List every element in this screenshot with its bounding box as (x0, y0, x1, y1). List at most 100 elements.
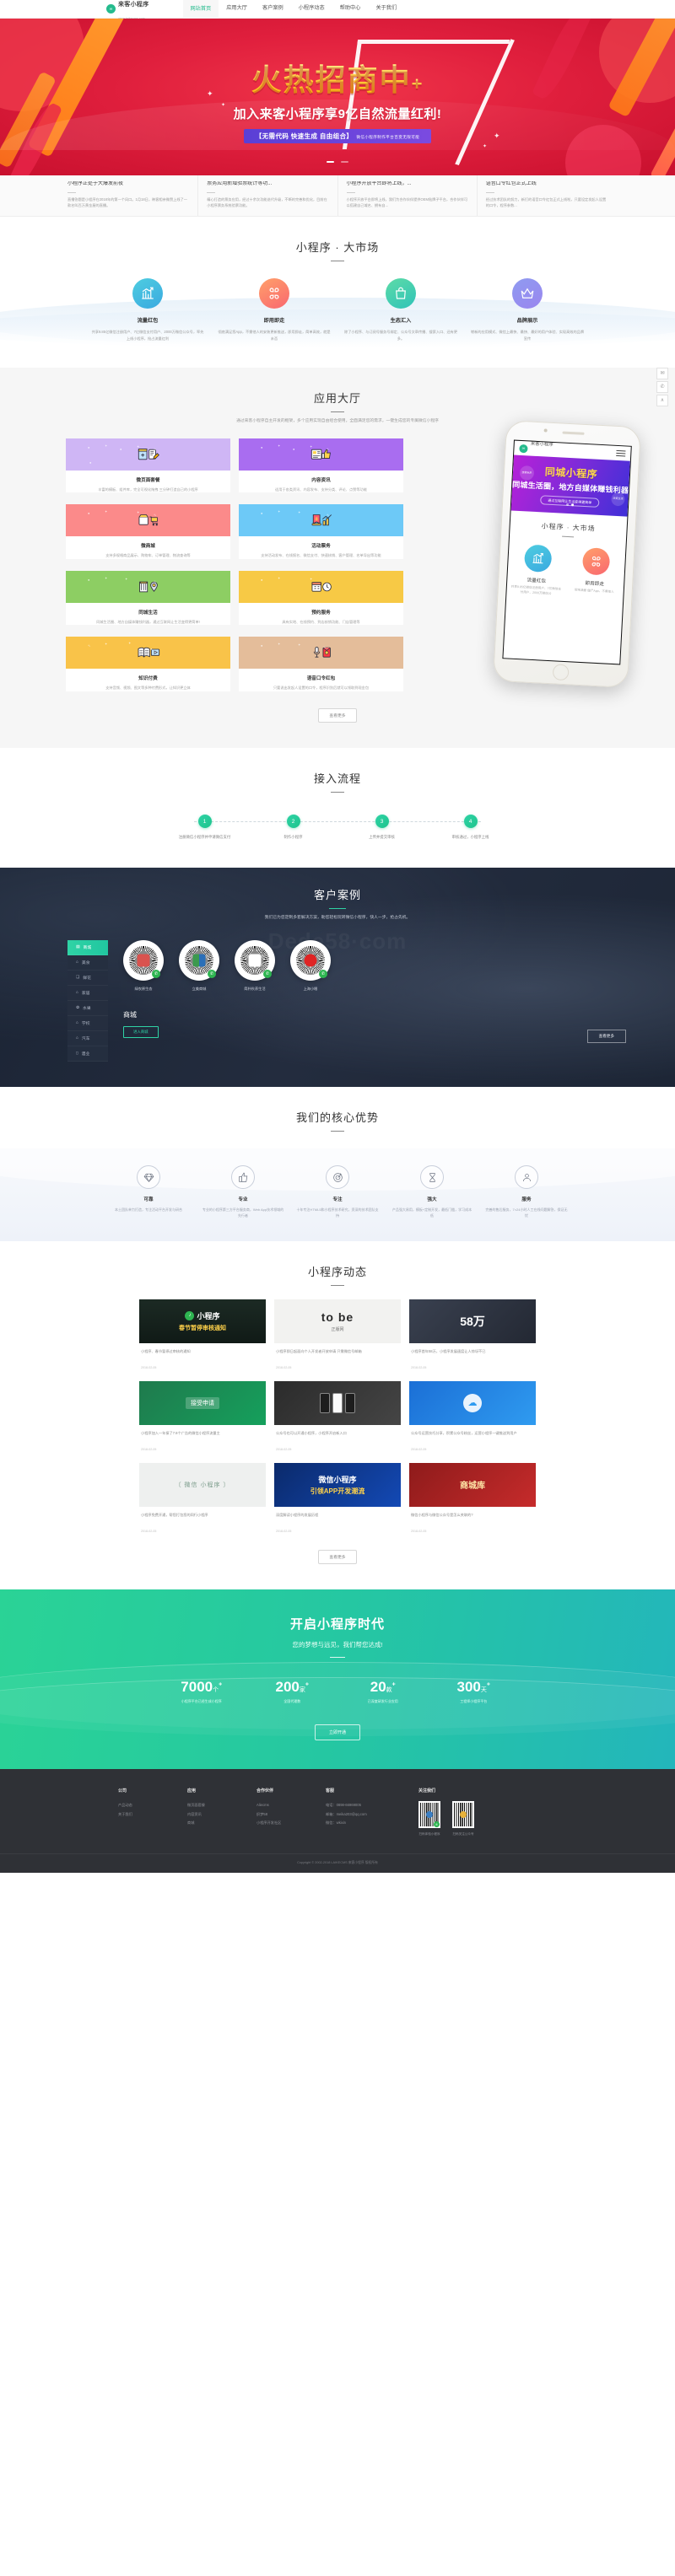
phone-banner-dots[interactable] (511, 492, 629, 513)
banner-dot-1[interactable] (326, 161, 334, 163)
news-card-text: 小程序即日起面向个人开发者开放申请 只需微信号邮箱 (276, 1348, 362, 1353)
nav-item-cases[interactable]: 客户案例 (255, 0, 291, 19)
case-nav-item-food[interactable]: ⌂ 美食 (68, 955, 108, 971)
qr-code-icon[interactable]: ✆ (123, 940, 164, 981)
case-nav-item-flower[interactable]: ❏ 鲜花 (68, 971, 108, 987)
app-card[interactable]: ● ✦ ● ✦ ∿ 内容资讯 适用于各类资讯、内容发布、支持分类、评论、点赞等功能 (239, 438, 403, 493)
news-card[interactable]: 微信小程序 引领APP开发潮流 深度解读小程序的发展历程 2018-02-05 (274, 1462, 401, 1533)
phone-feature[interactable]: 即用即走 彻地满意 僵尸App，不需他人 (564, 546, 625, 600)
qr-code-icon[interactable] (452, 1801, 474, 1829)
cases-category-nav[interactable]: ▤ 商城 ⌂ 美食 ❏ 鲜花 ⌂ 家居 ✿ 水果 ⌂ 学校 ⌂ 汽车 ▯ 酒业 (68, 940, 108, 1062)
case-qr-item[interactable]: ✆ 简朴秋养生活 (235, 940, 275, 992)
nav-item-news[interactable]: 小程序动态 (291, 0, 332, 19)
flow-step[interactable]: 1 注册微信小程序并申请微信支付 (160, 815, 249, 841)
news-card[interactable]: ♪ 小程序 春节暂停审核通知 小程序、春节暂停过审核的通知 2018-02-05 (139, 1299, 266, 1369)
case-qr-label: 上海小眼 (303, 987, 318, 992)
footer-link[interactable]: 商城 (187, 1819, 256, 1828)
news-card[interactable]: 58万 小程序首年58万，小程序发展速度让人惊讶不已 2018-02-05 (409, 1299, 536, 1369)
nav-item-help[interactable]: 帮助中心 (332, 0, 369, 19)
case-nav-item-wine[interactable]: ▯ 酒业 (68, 1046, 108, 1062)
phone-home-button[interactable] (552, 663, 570, 680)
wechat-icon[interactable]: ✆ (656, 380, 668, 393)
case-enter-button[interactable]: 进入商城 (123, 1026, 159, 1039)
case-qr-item[interactable]: ✆ 绿农原生态 (123, 940, 164, 992)
case-nav-item-fruit[interactable]: ✿ 水果 (68, 1001, 108, 1017)
advantage-item[interactable]: 强大 产品强大易用，模板+定制开发，最低门槛，学习成本低 (385, 1165, 479, 1218)
flow-step[interactable]: 3 上传并提交审核 (338, 815, 426, 841)
hamburger-menu-icon[interactable] (616, 448, 626, 458)
flow-step[interactable]: 4 审核通过，小程序上线 (426, 815, 515, 841)
footer-link[interactable]: 小程序开发社区 (256, 1819, 326, 1828)
main-nav[interactable]: 网站首页 应用大厅 客户案例 小程序动态 帮助中心 关于我们 (182, 0, 405, 19)
qr-code-icon[interactable]: ✆ (290, 940, 331, 981)
news-card[interactable]: 接受申请 小程序加入一年接了7.8个广告的微信小程序流量主 2018-02-05 (139, 1380, 266, 1451)
apps-more-button[interactable]: 查看更多 (318, 708, 357, 723)
footer-heading: 客服 (326, 1788, 335, 1794)
stat-number: 7000 (181, 1679, 213, 1696)
footer-contact-phone[interactable]: 电话：0898-66969005 (326, 1801, 418, 1810)
news-strip-item[interactable]: 小程序开放平台即将上线，... 小程序开放平台即将上线，我们为合作伙伴提供OEM… (338, 175, 478, 217)
flow-step[interactable]: 2 制作小程序 (249, 815, 338, 841)
market-item[interactable]: 即用即走 彻底满足您App，不需他人的安装更新推送，即用即走，简单高效，就是未否 (211, 278, 338, 341)
qr-code-icon[interactable]: ✆ (179, 940, 219, 981)
case-qr-item[interactable]: ✆ 立美商城 (179, 940, 219, 992)
app-card[interactable]: ● ✦ ✦ ∿ 语音口令红包 只要说出发起人设置的口令，程序识别后就可以领取到现金包 (239, 637, 403, 691)
banner-dot-2[interactable] (341, 161, 349, 163)
nav-item-apps[interactable]: 应用大厅 (219, 0, 255, 19)
footer-link[interactable]: 关于我们 (118, 1810, 187, 1820)
news-card[interactable]: 商城库 微信小程序与微信公众号是怎么关联的? 2018-02-05 (409, 1462, 536, 1533)
market-item[interactable]: 品牌展示 崭新的应用模式、微信上最快、最快、最好的用户体验、实现高效的品牌宣传 (464, 278, 591, 341)
sparkle-icon: ✦ (221, 103, 226, 108)
advantage-item[interactable]: 专注 十年专注HTML5和小程序技术研究，资深的技术团队支持 (290, 1165, 385, 1218)
case-nav-item-school[interactable]: ⌂ 学校 (68, 1016, 108, 1032)
qr-code-icon[interactable]: ✆ (235, 940, 275, 981)
footer-link[interactable]: 织梦58 (256, 1810, 326, 1820)
case-nav-item-mall[interactable]: ▤ 商城 (68, 940, 108, 956)
footer-link[interactable]: Aliecms (256, 1801, 326, 1810)
app-card[interactable]: ● ✦ ✦ 预约服务 具有实地、在线预约、到店核销功能、门店管理等 (239, 570, 403, 626)
app-card[interactable]: ● ✦ ✦ ∿ 活动票务 支持活动发布、在线报名、微信支付、快速核销、客户管理、名单… (239, 504, 403, 559)
nav-item-home[interactable]: 网站首页 (182, 0, 219, 19)
app-card[interactable]: ● ✦ ✦ ∿ 微商城 支持多规格商品展示、购物车、订单管理、物流查询等 (66, 504, 230, 559)
news-card[interactable]: ☁ 公众号运营技巧分享，积累公众号粉丝，运营小程序一键推送到用户 2018-02… (409, 1380, 536, 1451)
cases-more-button[interactable]: 查看更多 (586, 1030, 626, 1044)
case-nav-item-home[interactable]: ⌂ 家居 (68, 986, 108, 1002)
case-qr-item[interactable]: ✆ 上海小眼 (290, 940, 331, 992)
news-strip-item[interactable]: 小程序正处于大爆发前夜 直播答题是小程序在2018年的第一个风口。1月18日，映… (59, 175, 199, 217)
footer-link[interactable]: 内容资讯 (187, 1810, 256, 1820)
back-to-top-icon[interactable]: ∧ (656, 394, 668, 406)
qr-code-icon[interactable]: ✆ (418, 1801, 440, 1829)
app-card[interactable]: ● ✦ ● ✦ ∿ ● 微页面套餐 丰富的模板、组件库，完全可视化拖拽 三分钟打造自己… (66, 438, 230, 493)
nav-item-about[interactable]: 关于我们 (368, 0, 404, 19)
news-more-button[interactable]: 查看更多 (318, 1549, 357, 1564)
side-tools[interactable]: ✉ ✆ ∧ (656, 367, 668, 408)
news-thumb-sub: 春节暂停审核通知 (179, 1325, 226, 1331)
news-strip-item[interactable]: 语音口令红包正式上线 经过技术团队的努力，新打的语音口令红包正式上线啦，只要设定… (478, 175, 616, 216)
footer-qr-item[interactable]: ✆ 扫码体验小程序 (418, 1801, 440, 1837)
footer-qr-item[interactable]: 扫码关注公众号 (452, 1801, 474, 1837)
app-card[interactable]: ● ✦ ✦ ∿ 同城生活 同城生活圈、地方自媒体赚钱利器，通过互联网让生活变得更简单… (66, 570, 230, 626)
advantage-item[interactable]: 专业 专业的小程序第三方平台服务商，Web App技术领域的先行者 (196, 1165, 290, 1218)
news-card[interactable]: to be 正版网 小程序即日起面向个人开发者开放申请 只需微信号邮箱 2018… (274, 1299, 401, 1369)
footer-contact-wechat[interactable]: 微信：wkixin (326, 1819, 418, 1828)
market-item[interactable]: 生态汇入 除了小程序、与订阅号服务号绑定、公众号文章传播、搜索入口、还有更多。 (338, 278, 464, 341)
footer-contact-email[interactable]: 邮箱：meika203@qq.com (326, 1810, 418, 1820)
news-card[interactable]: 公众号也可以开通小程序，小程序开启新入口 2018-02-05 (274, 1380, 401, 1451)
hero-banner[interactable]: ✦ ✦ ✦ ✦ 火热招商中+ 加入来客小程序享9亿自然流量红利! 【无需代码 快… (0, 19, 675, 175)
news-strip-item[interactable]: 票务应用新增验票统计等功... 精心打造的票务应用，经过十余次功能迭代升级，不断… (198, 175, 338, 217)
case-nav-item-car[interactable]: ⌂ 汽车 (68, 1031, 108, 1047)
banner-dots[interactable] (0, 152, 675, 167)
app-card[interactable]: ∿ ✦ ✦ ● 知识付费 支持音频、视频、图文等多种付费形式，让知识更立体 (66, 637, 230, 691)
case-nav-label: 家居 (81, 992, 90, 997)
store-icon: ▤ (76, 945, 80, 950)
advantage-item[interactable]: 可靠 本土团队单力打造，专注活动平台开发与研合 (101, 1165, 196, 1218)
advantage-item[interactable]: 服务 完善的售后服务，7×24小时人工在线问题解答，保证无忧 (479, 1165, 574, 1218)
news-card[interactable]: 〔 微信 小程序 〕 小程序免费开通，帮您打包您的同行小程序 2018-02-0… (139, 1462, 266, 1533)
cta-subtitle: 您的梦想与远见，我们帮您达成! (292, 1640, 383, 1648)
footer-link[interactable]: 微页面套餐 (187, 1801, 256, 1810)
qq-icon[interactable]: ✉ (656, 367, 668, 379)
footer-link[interactable]: 产品动态 (118, 1801, 187, 1810)
market-item[interactable]: 流量红包 共享9.85亿微信注册用户、7亿微信支付用户、2000万微信公众号，率… (84, 278, 211, 341)
cta-button[interactable]: 立即开通 (314, 1724, 360, 1741)
phone-feature[interactable]: 流量红包 共享9.85亿微信注册用户、7亿微信支付用户、2000万微信公 (506, 543, 567, 597)
